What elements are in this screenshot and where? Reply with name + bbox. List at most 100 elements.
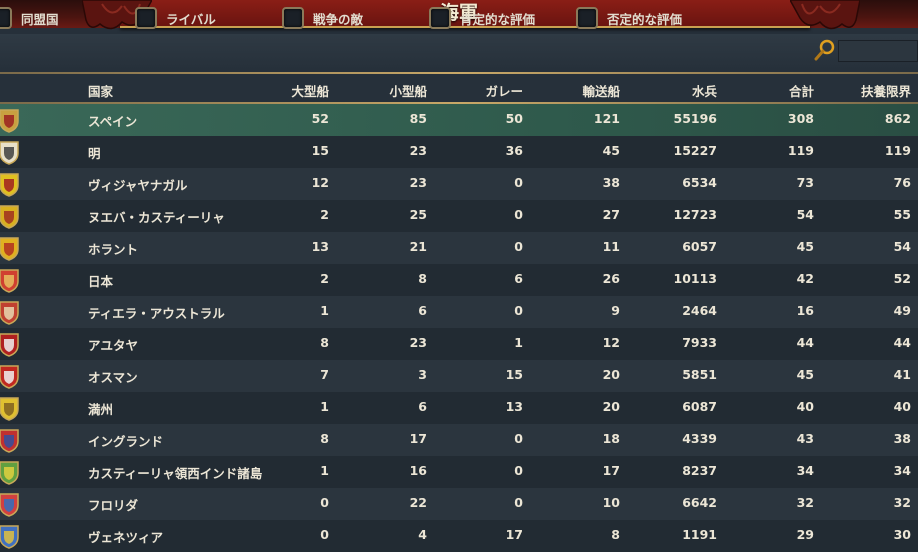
country-shield-icon[interactable] — [0, 397, 20, 421]
table-row[interactable]: スペイン 52 85 50 121 55196 308 862 — [0, 104, 918, 136]
column-header-sailors[interactable]: 水兵 — [692, 81, 717, 100]
cell-transport: 20 — [602, 399, 620, 414]
cell-limit: 54 — [893, 239, 911, 254]
country-shield-icon[interactable] — [0, 365, 20, 389]
cell-heavy: 8 — [320, 431, 329, 446]
cell-limit: 34 — [893, 463, 911, 478]
column-header-total[interactable]: 合計 — [789, 81, 814, 100]
cell-sailors: 6642 — [682, 495, 717, 510]
cell-light: 16 — [409, 463, 427, 478]
table-row[interactable]: 満州 1 6 13 20 6087 40 40 — [0, 392, 918, 424]
cell-sailors: 12723 — [673, 207, 718, 222]
country-shield-icon[interactable] — [0, 301, 20, 325]
column-header-heavy-ships[interactable]: 大型船 — [291, 81, 329, 100]
cell-heavy: 2 — [320, 207, 329, 222]
column-header-country[interactable]: 国家 — [88, 81, 113, 100]
cell-transport: 10 — [602, 495, 620, 510]
country-name[interactable]: スペイン — [88, 111, 137, 130]
cell-transport: 9 — [611, 303, 620, 318]
country-shield-icon[interactable] — [0, 237, 20, 261]
table-row[interactable]: 明 15 23 36 45 15227 119 119 — [0, 136, 918, 168]
country-name[interactable]: ティエラ・アウストラル — [88, 303, 225, 322]
cell-sailors: 15227 — [673, 143, 718, 158]
country-shield-icon[interactable] — [0, 461, 20, 485]
filter-war-enemies[interactable]: 戦争の敵 — [282, 6, 363, 30]
country-name[interactable]: カスティーリャ領西インド諸島 — [88, 463, 262, 482]
cell-total: 45 — [796, 367, 814, 382]
filter-allies[interactable]: 同盟国 — [0, 6, 59, 30]
table-row[interactable]: 日本 2 8 6 26 10113 42 52 — [0, 264, 918, 296]
cell-sailors: 6087 — [682, 399, 717, 414]
cell-sailors: 7933 — [682, 335, 717, 350]
cell-light: 22 — [409, 495, 427, 510]
cell-galley: 0 — [514, 175, 523, 190]
cell-total: 34 — [796, 463, 814, 478]
negative-opinion-checkbox[interactable] — [576, 7, 598, 29]
country-shield-icon[interactable] — [0, 269, 20, 293]
header-divider-top — [0, 72, 918, 74]
cell-light: 21 — [409, 239, 427, 254]
cell-transport: 45 — [602, 143, 620, 158]
country-shield-icon[interactable] — [0, 109, 20, 133]
table-row[interactable]: イングランド 8 17 0 18 4339 43 38 — [0, 424, 918, 456]
table-row[interactable]: アユタヤ 8 23 1 12 7933 44 44 — [0, 328, 918, 360]
cell-transport: 11 — [602, 239, 620, 254]
table-row[interactable]: カスティーリャ領西インド諸島 1 16 0 17 8237 34 34 — [0, 456, 918, 488]
cell-limit: 76 — [893, 175, 911, 190]
cell-heavy: 12 — [311, 175, 329, 190]
country-shield-icon[interactable] — [0, 493, 20, 517]
cell-light: 85 — [409, 111, 427, 126]
country-name[interactable]: 日本 — [88, 271, 113, 290]
country-shield-icon[interactable] — [0, 205, 20, 229]
column-header-transports[interactable]: 輸送船 — [582, 81, 620, 100]
positive-opinion-checkbox[interactable] — [429, 7, 451, 29]
cell-light: 23 — [409, 335, 427, 350]
column-header-light-ships[interactable]: 小型船 — [389, 81, 427, 100]
table-row[interactable]: ホラント 13 21 0 11 6057 45 54 — [0, 232, 918, 264]
cell-galley: 0 — [514, 431, 523, 446]
table-row[interactable]: ヴィジャヤナガル 12 23 0 38 6534 73 76 — [0, 168, 918, 200]
column-header-galleys[interactable]: ガレー — [485, 81, 523, 100]
country-shield-icon[interactable] — [0, 141, 20, 165]
country-shield-icon[interactable] — [0, 429, 20, 453]
war-enemies-checkbox[interactable] — [282, 7, 304, 29]
country-name[interactable]: フロリダ — [88, 495, 138, 514]
filter-rivals[interactable]: ライバル — [135, 6, 216, 30]
country-name[interactable]: アユタヤ — [88, 335, 138, 354]
table-row[interactable]: オスマン 7 3 15 20 5851 45 41 — [0, 360, 918, 392]
search-icon[interactable] — [814, 39, 836, 61]
column-header-force-limit[interactable]: 扶養限界 — [861, 81, 911, 100]
search-input[interactable] — [838, 40, 918, 62]
country-name[interactable]: 明 — [88, 143, 101, 162]
country-shield-icon[interactable] — [0, 525, 20, 549]
cell-light: 4 — [418, 527, 427, 542]
table-row[interactable]: フロリダ 0 22 0 10 6642 32 32 — [0, 488, 918, 520]
rivals-checkbox[interactable] — [135, 7, 157, 29]
country-name[interactable]: オスマン — [88, 367, 138, 386]
cell-total: 43 — [796, 431, 814, 446]
cell-galley: 0 — [514, 303, 523, 318]
country-name[interactable]: 満州 — [88, 399, 113, 418]
country-name[interactable]: ヌエバ・カスティーリャ — [88, 207, 225, 226]
filter-negative-opinion[interactable]: 否定的な評価 — [576, 6, 682, 30]
cell-sailors: 5851 — [682, 367, 717, 382]
cell-total: 119 — [787, 143, 814, 158]
country-name[interactable]: イングランド — [88, 431, 163, 450]
cell-sailors: 1191 — [682, 527, 717, 542]
cell-transport: 20 — [602, 367, 620, 382]
country-name[interactable]: ホラント — [88, 239, 138, 258]
allies-checkbox[interactable] — [0, 7, 12, 29]
table-row[interactable]: ヌエバ・カスティーリャ 2 25 0 27 12723 54 55 — [0, 200, 918, 232]
cell-limit: 52 — [893, 271, 911, 286]
country-shield-icon[interactable] — [0, 173, 20, 197]
table-row[interactable]: ティエラ・アウストラル 1 6 0 9 2464 16 49 — [0, 296, 918, 328]
country-name[interactable]: ヴェネツィア — [88, 527, 163, 546]
country-name[interactable]: ヴィジャヤナガル — [88, 175, 187, 194]
cell-limit: 49 — [893, 303, 911, 318]
table-row[interactable]: ヴェネツィア 0 4 17 8 1191 29 30 — [0, 520, 918, 552]
cell-transport: 121 — [593, 111, 620, 126]
filter-positive-opinion[interactable]: 肯定的な評価 — [429, 6, 535, 30]
cell-limit: 44 — [893, 335, 911, 350]
country-shield-icon[interactable] — [0, 333, 20, 357]
cell-transport: 17 — [602, 463, 620, 478]
